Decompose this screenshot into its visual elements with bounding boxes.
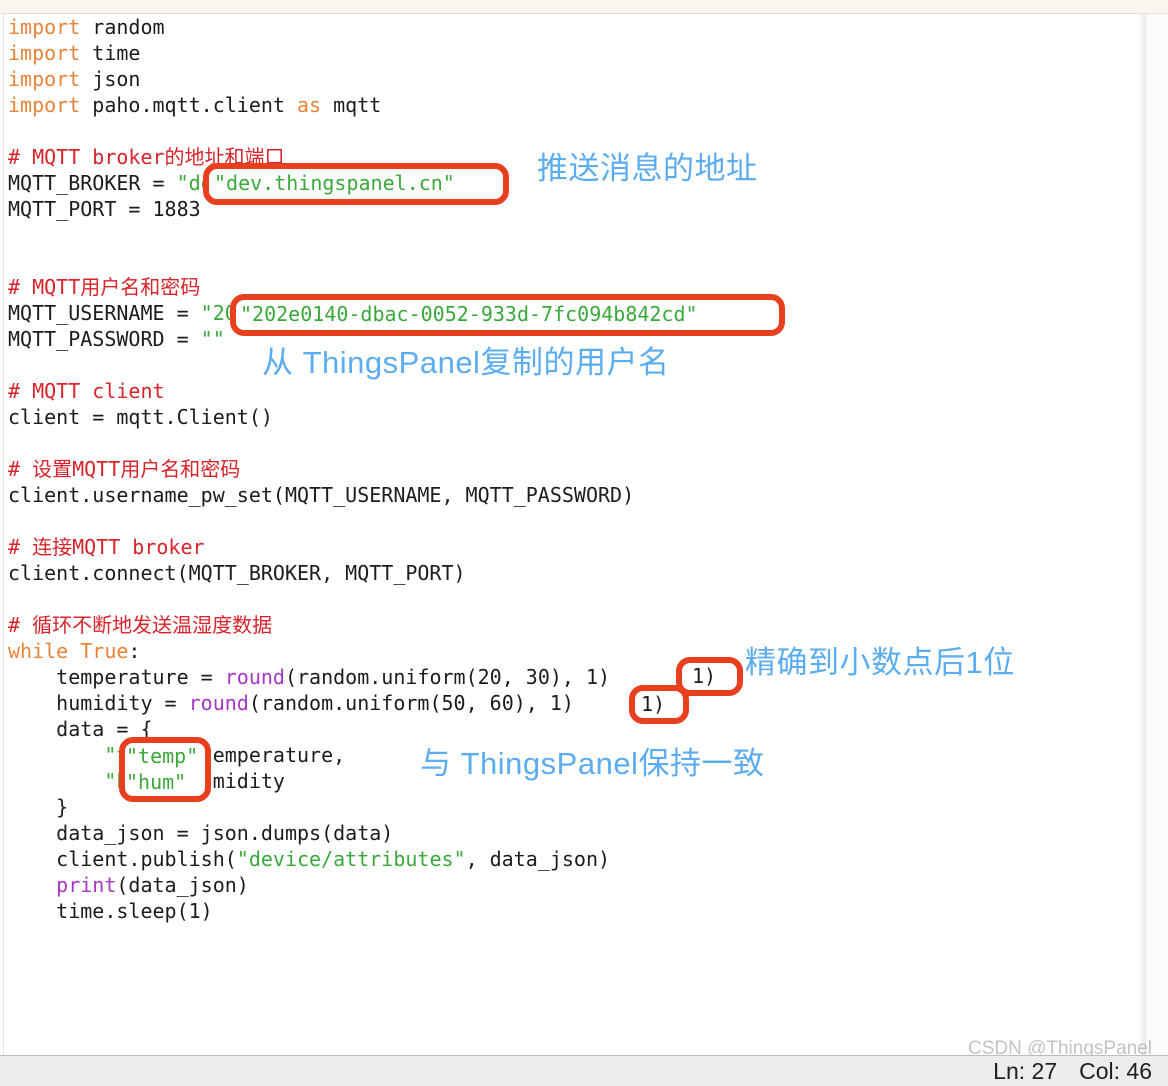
code-token: # MQTT用户名和密码 xyxy=(8,275,201,299)
code-token: round xyxy=(224,665,285,689)
code-token: mqtt xyxy=(333,93,382,117)
code-token: data_json = json.dumps(data) xyxy=(8,821,394,845)
code-line: import paho.mqtt.client as mqtt xyxy=(8,92,1138,118)
code-token: (random.uniform(20, 30), 1) xyxy=(284,665,611,689)
code-token: client.publish( xyxy=(8,847,237,871)
code-editor-window: import random import time import json impor… xyxy=(0,0,1168,1086)
code-token: (random.uniform(50, 60), 1) xyxy=(248,691,574,715)
highlight-json-keys-text: "temp" "hum" xyxy=(126,744,199,794)
anno-username-copy: 从 ThingsPanel复制的用户名 xyxy=(262,345,670,380)
code-token: MQTT_PASSWORD = xyxy=(8,327,201,351)
code-line: # 连接MQTT broker xyxy=(8,534,1138,560)
code-token: , data_json) xyxy=(465,847,611,871)
code-token: 1883 xyxy=(152,197,201,221)
status-line-number: Ln: 27 xyxy=(993,1057,1058,1084)
status-column-number: Col: 46 xyxy=(1079,1057,1152,1084)
code-line: # 设置MQTT用户名和密码 xyxy=(8,456,1138,482)
code-token: while xyxy=(8,639,81,663)
code-token: } xyxy=(8,795,69,819)
code-token: import xyxy=(8,41,93,65)
code-line: humidity = round(random.uniform(50, 60),… xyxy=(8,690,1138,716)
editor-top-strip xyxy=(0,0,1168,14)
code-token: json xyxy=(92,67,141,91)
code-token: client.connect(MQTT_BROKER, MQTT_PORT) xyxy=(8,561,466,585)
code-line: MQTT_PORT = 1883 xyxy=(8,196,1138,222)
editor-right-gutter xyxy=(1145,14,1168,1055)
code-line: client.publish("device/attributes", data… xyxy=(8,846,1138,872)
code-line: data_json = json.dumps(data) xyxy=(8,820,1138,846)
code-line: client.connect(MQTT_BROKER, MQTT_PORT) xyxy=(8,560,1138,586)
code-line: import json xyxy=(8,66,1138,92)
anno-keep-consistent: 与 ThingsPanel保持一致 xyxy=(420,746,765,781)
code-token: "device/attributes" xyxy=(236,847,466,871)
code-token: # 连接MQTT broker xyxy=(8,535,205,559)
code-token: MQTT_PORT = xyxy=(8,197,153,221)
code-token: import xyxy=(8,15,93,39)
code-token: temperature = xyxy=(8,665,225,689)
code-token: True xyxy=(80,639,129,663)
anno-decimal-place: 精确到小数点后1位 xyxy=(745,645,1015,680)
code-token: client = mqtt.Client() xyxy=(8,405,273,429)
code-line: # 循环不断地发送温湿度数据 xyxy=(8,612,1138,638)
code-token: paho.mqtt.client xyxy=(92,93,297,117)
code-token: client.username_pw_set(MQTT_USERNAME, MQ… xyxy=(8,483,635,507)
code-token: time xyxy=(92,41,141,65)
code-line: import random xyxy=(8,14,1138,40)
code-line: time.sleep(1) xyxy=(8,898,1138,924)
anno-broker-address: 推送消息的地址 xyxy=(537,151,758,186)
highlight-username-value-text: "202e0140-dbac-0052-933d-7fc094b842cd" xyxy=(240,302,698,326)
code-token: # 设置MQTT用户名和密码 xyxy=(8,457,241,481)
code-line: # MQTT client xyxy=(8,378,1138,404)
code-token: : xyxy=(128,639,141,663)
code-token: MQTT_USERNAME = xyxy=(8,301,201,325)
code-token: round xyxy=(188,691,249,715)
editor-left-gutter xyxy=(3,14,4,1055)
code-token: random xyxy=(92,15,165,39)
status-bar: Ln: 27 Col: 46 xyxy=(0,1055,1168,1086)
code-token: print xyxy=(56,873,117,897)
highlight-round-hum-text: 1) xyxy=(641,692,666,716)
code-token: humidity = xyxy=(8,691,189,715)
code-token: "" xyxy=(200,327,225,351)
code-token: time.sleep(1) xyxy=(8,899,213,923)
code-line: import time xyxy=(8,40,1138,66)
code-token: (data_json) xyxy=(116,873,249,897)
code-token: # 循环不断地发送温湿度数据 xyxy=(8,613,273,637)
code-token: as xyxy=(297,93,334,117)
code-line: print(data_json) xyxy=(8,872,1138,898)
code-token: MQTT_BROKER = xyxy=(8,171,177,195)
code-line: client.username_pw_set(MQTT_USERNAME, MQ… xyxy=(8,482,1138,508)
code-token: import xyxy=(8,67,93,91)
highlight-round-temp-text: 1) xyxy=(692,664,717,688)
code-line: client = mqtt.Client() xyxy=(8,404,1138,430)
highlight-broker-value-text: "dev.thingspanel.cn" xyxy=(214,171,455,195)
code-token: import xyxy=(8,93,93,117)
code-token: # MQTT client xyxy=(8,379,165,403)
